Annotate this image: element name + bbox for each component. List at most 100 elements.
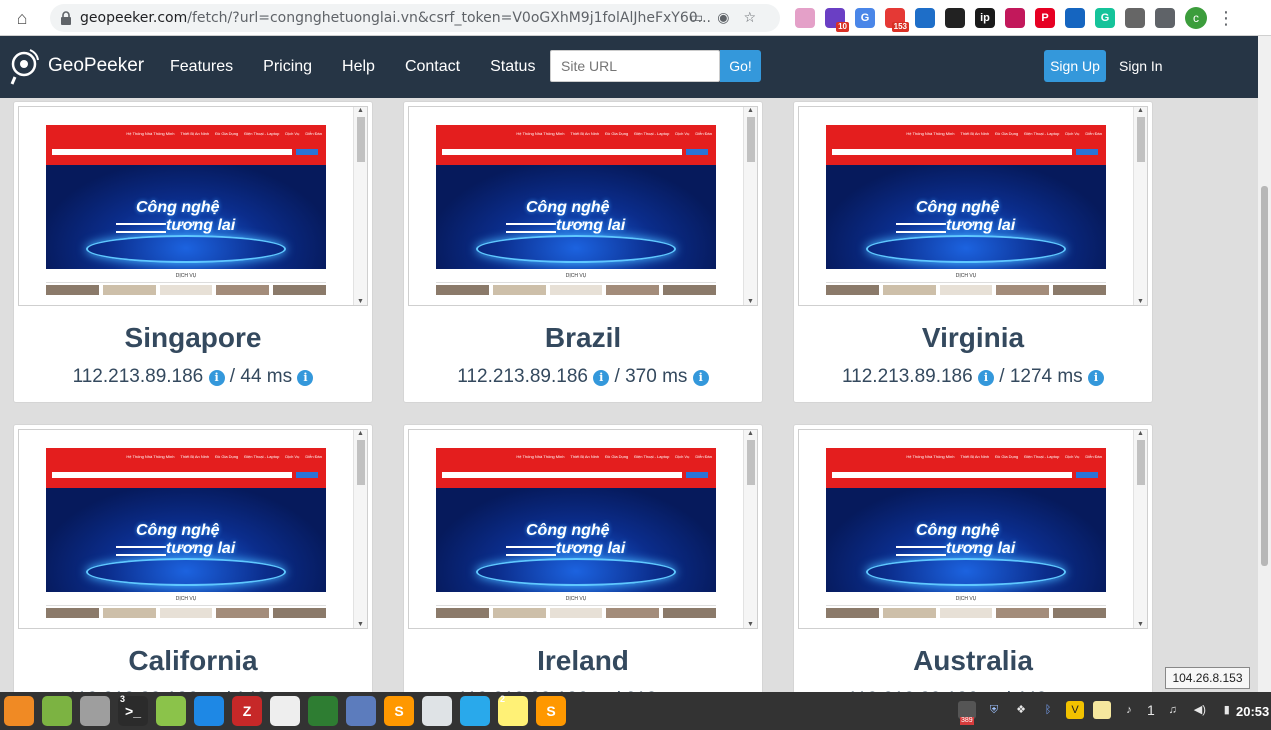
notification-icon[interactable]: ♪: [1120, 701, 1138, 719]
scroll-up-icon[interactable]: ▲: [357, 430, 364, 437]
scroll-up-icon[interactable]: ▲: [357, 107, 364, 114]
tray-app-icon[interactable]: 389: [958, 701, 976, 725]
globe-app-icon[interactable]: [308, 696, 338, 726]
preview-scrollbar[interactable]: ▲ ▼: [1133, 430, 1147, 628]
battery-icon[interactable]: ▮: [1218, 701, 1236, 719]
nav-status[interactable]: Status: [490, 58, 535, 76]
info-icon[interactable]: i: [1087, 370, 1104, 386]
volume-icon[interactable]: ◀): [1191, 701, 1209, 719]
preview-search: [52, 472, 292, 478]
location-name: Australia: [913, 645, 1033, 676]
preview-scrollbar-thumb[interactable]: [747, 440, 755, 485]
star-icon[interactable]: ☆: [743, 9, 756, 26]
translate-ext-icon[interactable]: G: [855, 8, 875, 28]
vscode-app-icon[interactable]: [194, 696, 224, 726]
screen-ext-icon[interactable]: [1005, 8, 1025, 28]
preview-scrollbar[interactable]: ▲ ▼: [353, 107, 367, 305]
preview-scrollbar[interactable]: ▲ ▼: [743, 430, 757, 628]
sync-ext-icon[interactable]: [945, 8, 965, 28]
info-icon[interactable]: i: [297, 370, 314, 386]
scroll-down-icon[interactable]: ▼: [747, 621, 754, 628]
preview-scrollbar-thumb[interactable]: [357, 440, 365, 485]
info-icon[interactable]: i: [208, 370, 225, 386]
screenshot-preview[interactable]: Hệ Thống Nhà Thông Minh Thiết Bị An Ninh Đ…: [408, 429, 758, 629]
telegram-app-icon[interactable]: [460, 696, 490, 726]
preview-scrollbar[interactable]: ▲ ▼: [1133, 107, 1147, 305]
preview-scrollbar-thumb[interactable]: [1137, 440, 1145, 485]
go-button[interactable]: Go!: [720, 50, 761, 82]
nav-features[interactable]: Features: [170, 58, 233, 76]
grammarly-ext-icon[interactable]: G: [1095, 8, 1115, 28]
scroll-down-icon[interactable]: ▼: [357, 298, 364, 305]
info-icon[interactable]: i: [593, 370, 610, 386]
pink-ext-icon[interactable]: [795, 8, 815, 28]
screenshot-preview[interactable]: Hệ Thống Nhà Thông Minh Thiết Bị An Ninh Đ…: [798, 106, 1148, 306]
info-icon[interactable]: i: [977, 370, 994, 386]
scroll-down-icon[interactable]: ▼: [1137, 298, 1144, 305]
shield-icon[interactable]: ⛨: [985, 701, 1003, 719]
notes-app-icon[interactable]: 2: [498, 694, 528, 726]
filezilla-app-icon[interactable]: Z: [232, 696, 262, 726]
terminal-app-icon[interactable]: >_ 3: [118, 694, 148, 726]
files-app-icon[interactable]: [156, 696, 186, 726]
bluetooth-icon[interactable]: ᛒ: [1039, 701, 1057, 719]
sign-up-button[interactable]: Sign Up: [1044, 50, 1106, 82]
bolt-ext-icon[interactable]: [1065, 8, 1085, 28]
xmind-app-icon[interactable]: [270, 696, 300, 726]
settings-app-icon[interactable]: [80, 696, 110, 726]
preview-scrollbar-thumb[interactable]: [747, 117, 755, 162]
nav-pricing[interactable]: Pricing: [263, 58, 312, 76]
site-url-input[interactable]: [550, 50, 720, 82]
preview-scrollbar[interactable]: ▲ ▼: [353, 430, 367, 628]
dropbox-icon[interactable]: ❖: [1012, 701, 1030, 719]
puzzle-ext-icon[interactable]: 10: [825, 8, 849, 32]
scroll-up-icon[interactable]: ▲: [747, 430, 754, 437]
menu-app-icon[interactable]: [4, 696, 34, 726]
screenshot-preview[interactable]: Hệ Thống Nhà Thông Minh Thiết Bị An Ninh Đ…: [18, 106, 368, 306]
page-scrollbar-thumb[interactable]: [1261, 186, 1268, 566]
preview-search: [832, 149, 1072, 155]
preview-scrollbar-thumb[interactable]: [357, 117, 365, 162]
screenshot-preview[interactable]: Hệ Thống Nhà Thông Minh Thiết Bị An Ninh Đ…: [18, 429, 368, 629]
scroll-up-icon[interactable]: ▲: [1137, 430, 1144, 437]
recycle-ext-icon[interactable]: [1125, 8, 1145, 28]
brand[interactable]: GeoPeeker: [10, 47, 144, 85]
screenshot-preview[interactable]: Hệ Thống Nhà Thông Minh Thiết Bị An Ninh Đ…: [408, 106, 758, 306]
person-ext-icon[interactable]: [915, 8, 935, 28]
preview-menu: Hệ Thống Nhà Thông Minh Thiết Bị An Ninh Đ…: [906, 131, 1102, 136]
info-icon[interactable]: i: [692, 370, 709, 386]
page-scrollbar[interactable]: [1258, 36, 1271, 692]
mail-app-icon[interactable]: [346, 696, 376, 726]
sticky-notes-icon[interactable]: [1093, 701, 1111, 719]
eye-off-icon[interactable]: ◉: [717, 9, 729, 26]
sign-in-link[interactable]: Sign In: [1119, 58, 1163, 74]
scroll-up-icon[interactable]: ▲: [1137, 107, 1144, 114]
home-icon[interactable]: ⌂: [12, 8, 32, 28]
calendar-ext-icon[interactable]: 153: [885, 8, 909, 32]
sublime-app-icon[interactable]: S: [384, 696, 414, 726]
pinterest-ext-icon[interactable]: P: [1035, 8, 1055, 28]
ip-ext-icon[interactable]: ip: [975, 8, 995, 28]
address-bar[interactable]: geopeeker.com/fetch/?url=congnghetuongla…: [50, 4, 780, 32]
preview-banner: Công nghệ tương lai: [826, 488, 1106, 592]
scroll-down-icon[interactable]: ▼: [1137, 621, 1144, 628]
sublime2-app-icon[interactable]: S: [536, 696, 566, 726]
extensions-ext-icon[interactable]: [1155, 8, 1175, 28]
scroll-down-icon[interactable]: ▼: [747, 298, 754, 305]
nav-help[interactable]: Help: [342, 58, 375, 76]
vpn-icon[interactable]: V: [1066, 701, 1084, 719]
bell-icon[interactable]: ♫: [1164, 701, 1182, 719]
scroll-down-icon[interactable]: ▼: [357, 621, 364, 628]
chrome-app-icon[interactable]: [422, 696, 452, 726]
scroll-up-icon[interactable]: ▲: [747, 107, 754, 114]
ip-address: 112.213.89.186: [457, 366, 588, 387]
cast-icon[interactable]: ▭: [690, 9, 703, 26]
screenshot-preview[interactable]: Hệ Thống Nhà Thông Minh Thiết Bị An Ninh Đ…: [798, 429, 1148, 629]
menu-kebab-icon[interactable]: ⋮: [1217, 8, 1235, 28]
preview-scrollbar-thumb[interactable]: [1137, 117, 1145, 162]
grid-app-icon[interactable]: [42, 696, 72, 726]
avatar[interactable]: c: [1185, 7, 1207, 29]
nav-contact[interactable]: Contact: [405, 58, 460, 76]
preview-scrollbar[interactable]: ▲ ▼: [743, 107, 757, 305]
preview-header: Hệ Thống Nhà Thông Minh Thiết Bị An Ninh Đ…: [46, 448, 326, 488]
